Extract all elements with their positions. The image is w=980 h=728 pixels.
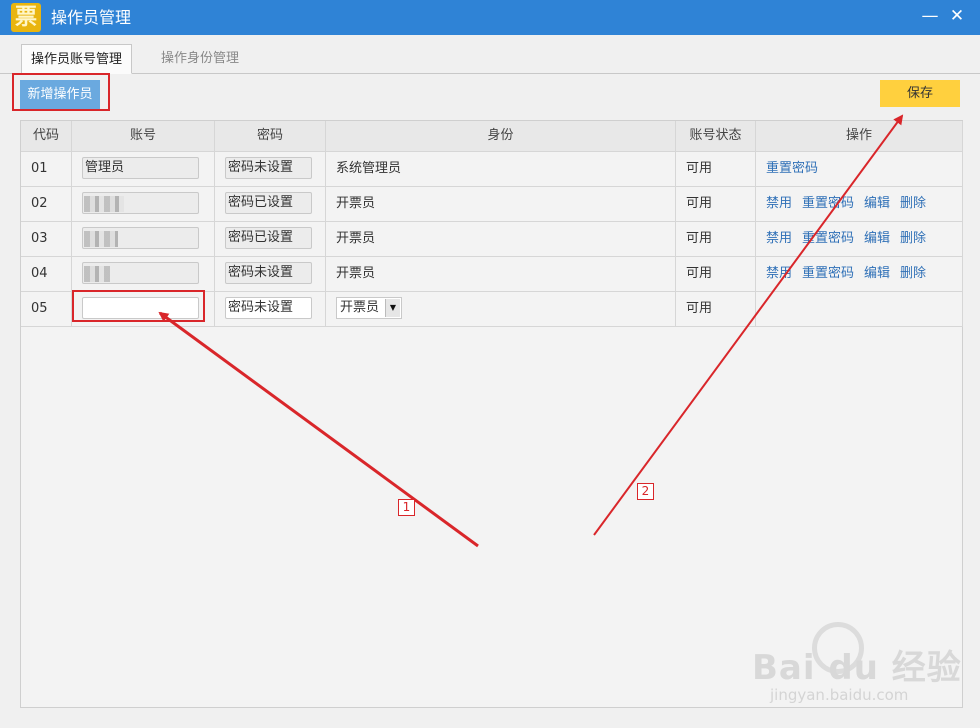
row-code: 02 <box>21 187 72 222</box>
watermark-url: jingyan.baidu.com <box>770 686 909 704</box>
column-header-password: 密码 <box>215 121 326 152</box>
minimize-button[interactable]: — <box>917 2 943 30</box>
redacted-account-mosaic <box>84 196 124 212</box>
password-field[interactable]: 密码未设置 <box>225 157 312 179</box>
operator-table: 代码 账号 密码 身份 账号状态 操作 01 管理员 密码未设置 系统管理员 可… <box>20 120 963 708</box>
password-cell: 密码已设置 <box>215 187 326 222</box>
reset-password-link[interactable]: 重置密码 <box>802 187 854 220</box>
account-cell: 管理员 <box>72 152 215 187</box>
app-logo-icon: 票 <box>11 3 41 32</box>
password-cell: 密码未设置 <box>215 292 326 327</box>
chevron-down-icon[interactable]: ▼ <box>385 299 400 317</box>
edit-link[interactable]: 编辑 <box>864 222 890 255</box>
annotation-label-1: 1 <box>398 499 415 516</box>
status-cell: 可用 <box>676 222 756 257</box>
password-field[interactable]: 密码未设置 <box>225 297 312 319</box>
role-cell: 系统管理员 <box>326 152 676 187</box>
actions-cell: 禁用 重置密码 编辑 删除 <box>756 187 963 222</box>
password-cell: 密码未设置 <box>215 257 326 292</box>
account-field[interactable]: 管理员 <box>82 157 199 179</box>
tab-operator-roles[interactable]: 操作身份管理 <box>152 44 248 74</box>
actions-cell: 禁用 重置密码 编辑 删除 <box>756 257 963 292</box>
column-header-role: 身份 <box>326 121 676 152</box>
column-header-actions: 操作 <box>756 121 963 152</box>
disable-link[interactable]: 禁用 <box>766 257 792 290</box>
row-code: 01 <box>21 152 72 187</box>
row-code: 03 <box>21 222 72 257</box>
password-field[interactable]: 密码未设置 <box>225 262 312 284</box>
role-cell: 开票员 <box>326 222 676 257</box>
account-cell <box>72 187 215 222</box>
role-cell: 开票员 ▼ <box>326 292 676 327</box>
redacted-account-mosaic <box>84 266 110 282</box>
delete-link[interactable]: 删除 <box>900 257 926 290</box>
status-cell: 可用 <box>676 257 756 292</box>
annotation-box-account-input <box>72 290 205 322</box>
password-cell: 密码未设置 <box>215 152 326 187</box>
close-button[interactable]: ✕ <box>944 2 970 30</box>
reset-password-link[interactable]: 重置密码 <box>802 257 854 290</box>
row-code: 04 <box>21 257 72 292</box>
column-header-code: 代码 <box>21 121 72 152</box>
reset-password-link[interactable]: 重置密码 <box>766 152 818 185</box>
tab-operator-accounts[interactable]: 操作员账号管理 <box>21 44 132 74</box>
role-select[interactable]: 开票员 ▼ <box>336 297 402 319</box>
disable-link[interactable]: 禁用 <box>766 187 792 220</box>
row-code: 05 <box>21 292 72 327</box>
status-cell: 可用 <box>676 292 756 327</box>
column-header-status: 账号状态 <box>676 121 756 152</box>
redacted-account-mosaic <box>84 231 118 247</box>
delete-link[interactable]: 删除 <box>900 187 926 220</box>
password-cell: 密码已设置 <box>215 222 326 257</box>
actions-cell: 重置密码 <box>756 152 963 187</box>
role-cell: 开票员 <box>326 187 676 222</box>
reset-password-link[interactable]: 重置密码 <box>802 222 854 255</box>
edit-link[interactable]: 编辑 <box>864 187 890 220</box>
status-cell: 可用 <box>676 152 756 187</box>
account-cell <box>72 257 215 292</box>
disable-link[interactable]: 禁用 <box>766 222 792 255</box>
status-cell: 可用 <box>676 187 756 222</box>
password-field[interactable]: 密码已设置 <box>225 192 312 214</box>
actions-cell: 禁用 重置密码 编辑 删除 <box>756 222 963 257</box>
actions-cell <box>756 292 963 327</box>
watermark-brand: Bai du 经验 <box>752 648 962 688</box>
window-title: 操作员管理 <box>51 8 132 27</box>
edit-link[interactable]: 编辑 <box>864 257 890 290</box>
column-header-account: 账号 <box>72 121 215 152</box>
password-field[interactable]: 密码已设置 <box>225 227 312 249</box>
tab-strip: 操作员账号管理 操作身份管理 <box>0 35 980 74</box>
save-button[interactable]: 保存 <box>880 80 960 107</box>
annotation-box-add-button <box>12 73 110 111</box>
delete-link[interactable]: 删除 <box>900 222 926 255</box>
account-cell <box>72 222 215 257</box>
annotation-label-2: 2 <box>637 483 654 500</box>
title-bar: 票 操作员管理 — ✕ <box>0 0 980 35</box>
role-cell: 开票员 <box>326 257 676 292</box>
role-select-value: 开票员 <box>340 300 380 315</box>
